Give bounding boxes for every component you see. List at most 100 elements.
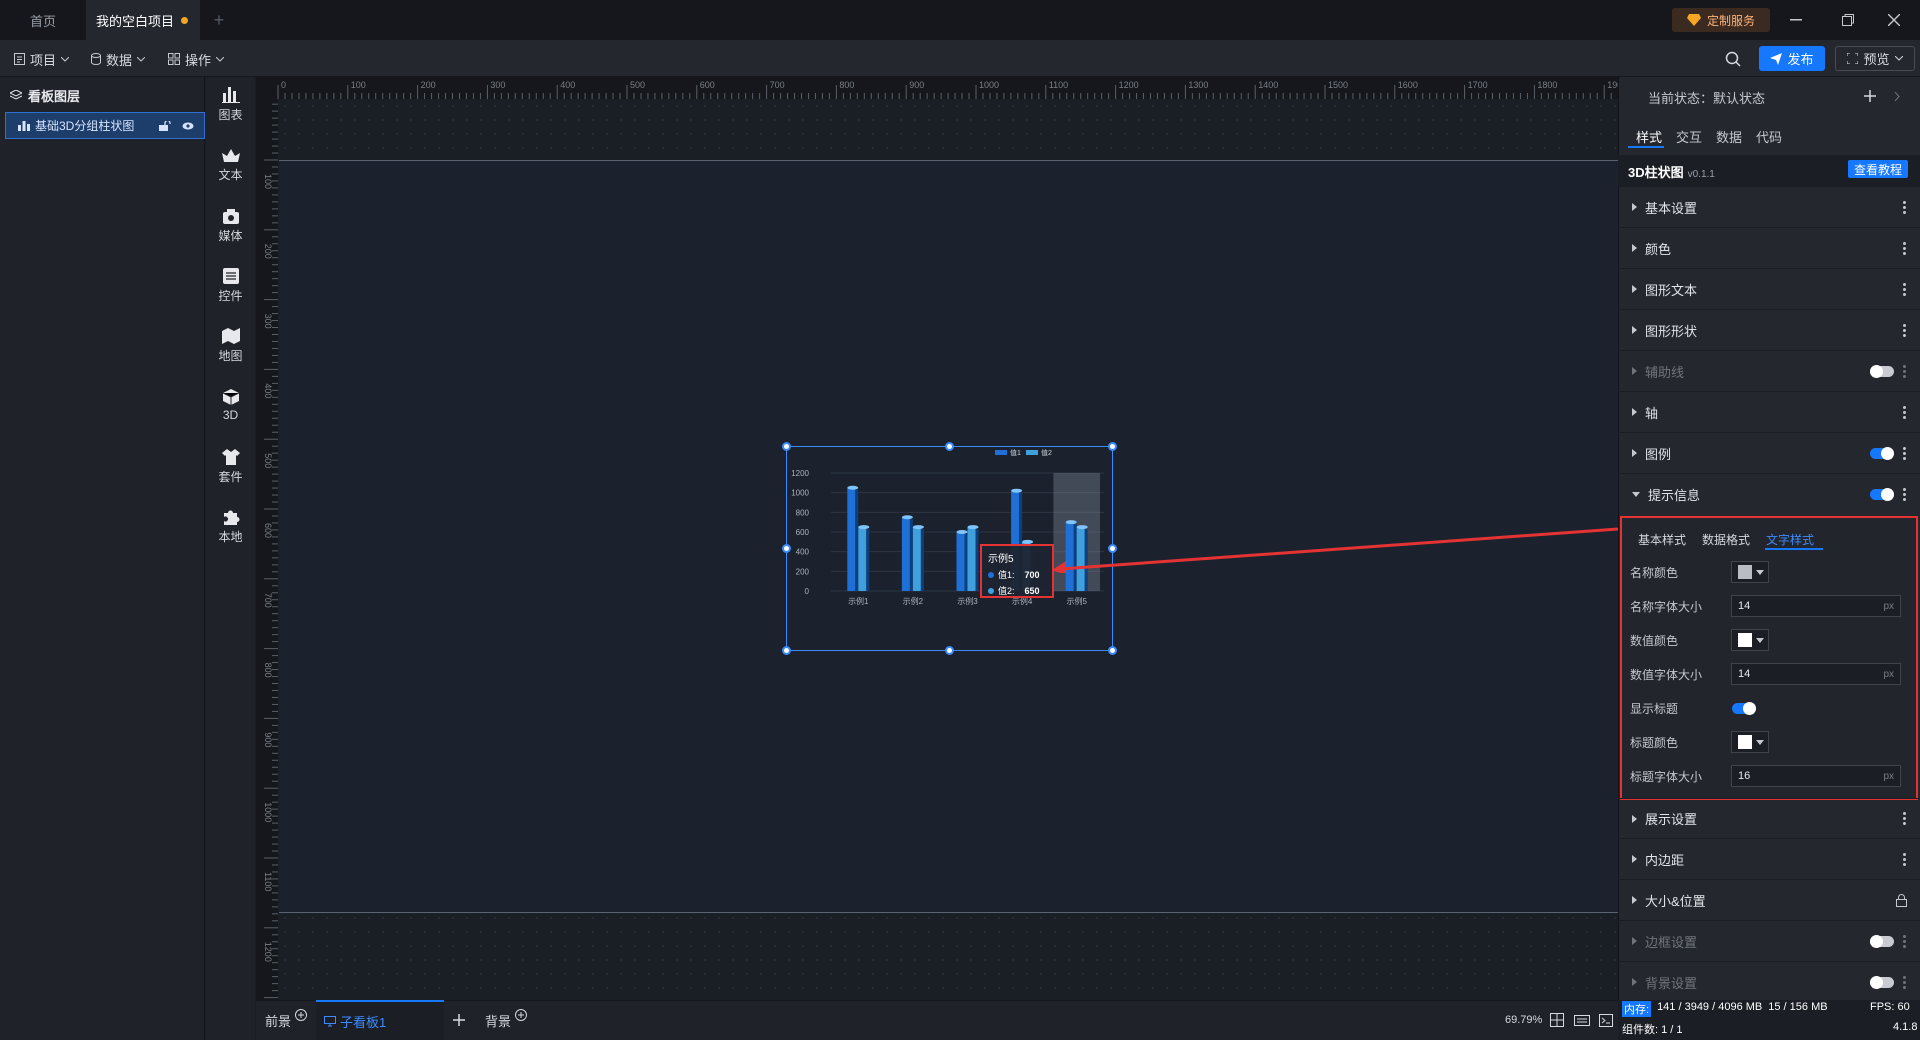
resize-handle[interactable] — [1108, 646, 1117, 655]
tab-background[interactable]: 背景 — [485, 1000, 528, 1040]
comp-3d[interactable]: 3D — [206, 389, 255, 422]
comp-local[interactable]: 本地 — [206, 509, 255, 545]
more-icon[interactable] — [1903, 488, 1906, 501]
more-icon[interactable] — [1903, 975, 1906, 989]
title-size-input[interactable]: 16 px — [1731, 765, 1901, 787]
caret-right-icon — [1632, 937, 1637, 945]
section-shape[interactable]: 图形形状 — [1618, 310, 1920, 351]
value-color-picker[interactable] — [1731, 629, 1769, 651]
more-icon[interactable] — [1903, 364, 1906, 378]
add-tab-button[interactable]: + — [206, 0, 232, 40]
subtab-basic-style[interactable]: 基本样式 — [1638, 531, 1686, 548]
add-circle-icon[interactable] — [295, 1009, 308, 1021]
section-display[interactable]: 展示设置 — [1618, 798, 1920, 839]
more-icon[interactable] — [1903, 812, 1906, 825]
publish-button[interactable]: 发布 — [1759, 46, 1825, 71]
section-label: 边框设置 — [1645, 934, 1698, 950]
tab-code[interactable]: 代码 — [1756, 127, 1782, 146]
tab-style[interactable]: 样式 — [1636, 127, 1662, 146]
section-shape-text[interactable]: 图形文本 — [1618, 269, 1920, 310]
tab-project[interactable]: 我的空白项目 — [86, 0, 200, 40]
comp-text[interactable]: 文本 — [206, 149, 255, 183]
name-color-picker[interactable] — [1731, 561, 1769, 583]
comp-kit[interactable]: 套件 — [206, 449, 255, 485]
add-circle-icon[interactable] — [515, 1009, 528, 1021]
search-button[interactable] — [1725, 51, 1741, 67]
resize-handle[interactable] — [945, 646, 954, 655]
comp-map[interactable]: 地图 — [206, 328, 255, 364]
resize-handle[interactable] — [782, 442, 791, 451]
add-state-icon[interactable] — [1864, 90, 1876, 102]
unlock-icon[interactable] — [159, 121, 171, 131]
more-icon[interactable] — [1903, 405, 1906, 419]
tab-subboard[interactable]: 子看板1 — [316, 1000, 444, 1040]
resize-handle[interactable] — [782, 544, 791, 553]
terminal-icon — [1599, 1013, 1613, 1027]
more-icon[interactable] — [1903, 852, 1906, 866]
terminal-button[interactable] — [1599, 1000, 1613, 1040]
lock-icon[interactable] — [1896, 894, 1907, 907]
tutorial-button[interactable]: 查看教程 — [1848, 160, 1908, 178]
ruler-label: 0 — [281, 80, 286, 90]
border-toggle[interactable] — [1870, 934, 1894, 948]
fit-button[interactable] — [1550, 1000, 1564, 1040]
comp-chart[interactable]: 图表 — [206, 87, 255, 123]
subtab-data-format[interactable]: 数据格式 — [1702, 531, 1750, 548]
tooltip-toggle[interactable] — [1870, 488, 1894, 501]
background-toggle[interactable] — [1870, 975, 1894, 989]
layer-item[interactable]: 基础3D分组柱状图 — [5, 112, 205, 139]
subtab-text-style[interactable]: 文字样式 — [1766, 531, 1814, 548]
tab-data[interactable]: 数据 — [1716, 127, 1742, 146]
zoom-level[interactable]: 69.79% — [1505, 1000, 1542, 1040]
legend-toggle[interactable] — [1870, 446, 1894, 460]
more-icon[interactable] — [1903, 282, 1906, 296]
tab-home[interactable]: 首页 — [0, 0, 86, 40]
section-padding[interactable]: 内边距 — [1618, 839, 1920, 880]
menu-project[interactable]: 项目 — [14, 48, 70, 70]
ruler-label: 200 — [421, 80, 436, 90]
series-dot-icon — [988, 571, 994, 578]
ruler-label: 300 — [263, 314, 273, 329]
section-axis[interactable]: 轴 — [1618, 392, 1920, 433]
more-icon[interactable] — [1903, 446, 1906, 460]
menu-data[interactable]: 数据 — [91, 48, 146, 70]
section-border[interactable]: 边框设置 — [1618, 921, 1920, 962]
more-icon[interactable] — [1903, 241, 1906, 255]
custom-service-button[interactable]: 定制服务 — [1672, 8, 1770, 32]
section-size-position[interactable]: 大小&位置 — [1618, 880, 1920, 921]
value-size-input[interactable]: 14 px — [1731, 663, 1901, 685]
show-title-toggle[interactable] — [1732, 702, 1756, 715]
section-guide[interactable]: 辅助线 — [1618, 351, 1920, 392]
section-tooltip[interactable]: 提示信息 — [1618, 474, 1920, 515]
title-color-picker[interactable] — [1731, 731, 1769, 753]
fit-screen-icon — [1550, 1013, 1564, 1027]
add-board-button[interactable] — [453, 1000, 465, 1040]
guide-toggle[interactable] — [1870, 364, 1894, 378]
comp-map-label: 地图 — [218, 349, 243, 363]
keyboard-button[interactable] — [1574, 1000, 1590, 1040]
resize-handle[interactable] — [1108, 442, 1117, 451]
section-color[interactable]: 颜色 — [1618, 228, 1920, 269]
more-icon[interactable] — [1903, 323, 1906, 337]
dropdown-icon — [1756, 637, 1764, 643]
section-legend[interactable]: 图例 — [1618, 433, 1920, 474]
tab-foreground[interactable]: 前景 — [265, 1000, 308, 1040]
chevron-right-icon[interactable] — [1894, 92, 1900, 101]
comp-control[interactable]: 控件 — [206, 268, 255, 304]
input-value: 16 — [1738, 770, 1751, 782]
resize-handle[interactable] — [945, 442, 954, 451]
comp-media[interactable]: 媒体 — [206, 208, 255, 244]
minimize-button[interactable] — [1770, 0, 1822, 40]
restore-button[interactable] — [1822, 0, 1874, 40]
close-button[interactable] — [1868, 0, 1920, 40]
eye-icon[interactable] — [182, 121, 194, 131]
name-size-input[interactable]: 14 px — [1731, 595, 1901, 617]
section-basic[interactable]: 基本设置 — [1618, 187, 1920, 228]
preview-button[interactable]: 预览 — [1835, 46, 1915, 71]
more-icon[interactable] — [1903, 200, 1906, 214]
menu-operate[interactable]: 操作 — [168, 48, 225, 70]
resize-handle[interactable] — [782, 646, 791, 655]
tab-interact[interactable]: 交互 — [1676, 127, 1702, 146]
more-icon[interactable] — [1903, 934, 1906, 948]
section-background[interactable]: 背景设置 — [1618, 962, 1920, 1003]
